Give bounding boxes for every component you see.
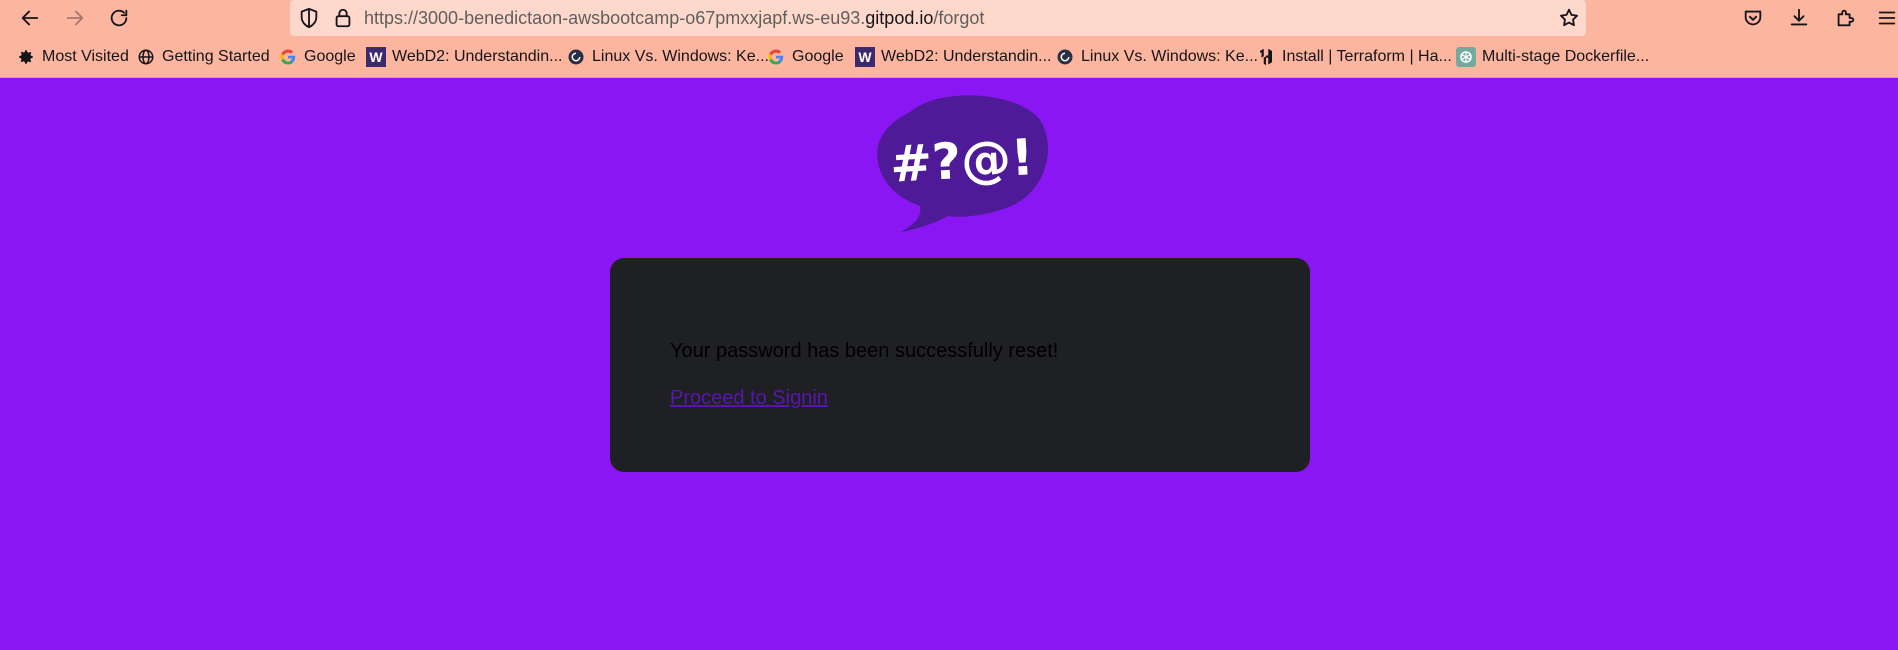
bookmark-label: Google xyxy=(304,48,356,65)
globe-icon xyxy=(136,47,156,67)
reload-button[interactable] xyxy=(104,4,134,32)
bookmark-label: Google xyxy=(792,48,844,65)
hashicorp-icon xyxy=(1256,47,1276,67)
svg-text:W: W xyxy=(858,49,872,65)
lock-icon[interactable] xyxy=(332,7,354,34)
back-arrow-icon xyxy=(21,10,39,26)
cruddur-logo: #?@! xyxy=(877,95,1048,232)
bookmark-webd2-2[interactable]: W WebD2: Understandin... xyxy=(855,36,1051,78)
bookmark-label: WebD2: Understandin... xyxy=(392,48,563,65)
puzzle-icon xyxy=(1837,9,1855,27)
downloads-button[interactable] xyxy=(1784,4,1814,32)
pocket-icon xyxy=(1744,10,1762,26)
bookmark-linux-vs-windows-2[interactable]: Linux Vs. Windows: Ke... xyxy=(1055,36,1258,78)
w-icon: W xyxy=(855,47,875,67)
bookmark-label: Linux Vs. Windows: Ke... xyxy=(1081,48,1258,65)
forward-arrow-icon xyxy=(66,10,84,26)
bookmark-google[interactable]: Google xyxy=(278,36,356,78)
browser-toolbar: https://3000-benedictaon-awsbootcamp-o67… xyxy=(0,0,1898,36)
w-icon: W xyxy=(366,47,386,67)
bookmark-linux-vs-windows[interactable]: Linux Vs. Windows: Ke... xyxy=(566,36,769,78)
bookmark-label: WebD2: Understandin... xyxy=(881,48,1052,65)
reload-icon xyxy=(110,9,128,27)
bookmark-webd2[interactable]: W WebD2: Understandin... xyxy=(366,36,562,78)
back-button[interactable] xyxy=(15,4,45,32)
google-icon xyxy=(766,47,786,67)
spiral-icon xyxy=(1055,47,1075,67)
logo-symbols: #?@! xyxy=(889,128,1036,193)
bookmarks-bar: Most Visited Getting Started Google W We… xyxy=(0,36,1898,78)
svg-text:W: W xyxy=(369,49,383,65)
url-text[interactable]: https://3000-benedictaon-awsbootcamp-o67… xyxy=(364,0,984,36)
bookmark-label: Getting Started xyxy=(162,48,270,65)
bookmark-google-2[interactable]: Google xyxy=(766,36,844,78)
reset-success-card: Your password has been successfully rese… xyxy=(610,258,1310,472)
forward-button[interactable] xyxy=(60,4,90,32)
url-prefix: https://3000-benedictaon-awsbootcamp-o67… xyxy=(364,8,866,28)
pocket-button[interactable] xyxy=(1738,4,1768,32)
menu-button[interactable] xyxy=(1872,4,1898,32)
gear-icon xyxy=(16,47,36,67)
download-icon xyxy=(1790,8,1808,26)
bookmark-label: Install | Terraform | Ha... xyxy=(1282,48,1452,65)
bookmark-getting-started[interactable]: Getting Started xyxy=(136,36,270,78)
bookmark-terraform[interactable]: Install | Terraform | Ha... xyxy=(1256,36,1452,78)
bookmark-label: Multi-stage Dockerfile... xyxy=(1482,48,1650,65)
bookmark-label: Most Visited xyxy=(42,48,129,65)
bookmark-most-visited[interactable]: Most Visited xyxy=(16,36,129,78)
url-host: gitpod.io xyxy=(865,8,934,28)
google-icon xyxy=(278,47,298,67)
bookmark-star-icon[interactable] xyxy=(1558,7,1580,34)
spiral-icon xyxy=(566,47,586,67)
success-message: Your password has been successfully rese… xyxy=(670,340,1059,362)
url-path: /forgot xyxy=(933,8,985,28)
openai-icon xyxy=(1456,47,1476,67)
proceed-to-signin-link[interactable]: Proceed to Signin xyxy=(670,387,828,410)
tracking-shield-icon[interactable] xyxy=(298,7,320,34)
hamburger-menu-icon xyxy=(1878,11,1896,25)
address-bar[interactable]: https://3000-benedictaon-awsbootcamp-o67… xyxy=(290,0,1586,36)
bookmark-multistage-dockerfile[interactable]: Multi-stage Dockerfile... xyxy=(1456,36,1649,78)
extensions-button[interactable] xyxy=(1830,4,1860,32)
bookmark-label: Linux Vs. Windows: Ke... xyxy=(592,48,769,65)
